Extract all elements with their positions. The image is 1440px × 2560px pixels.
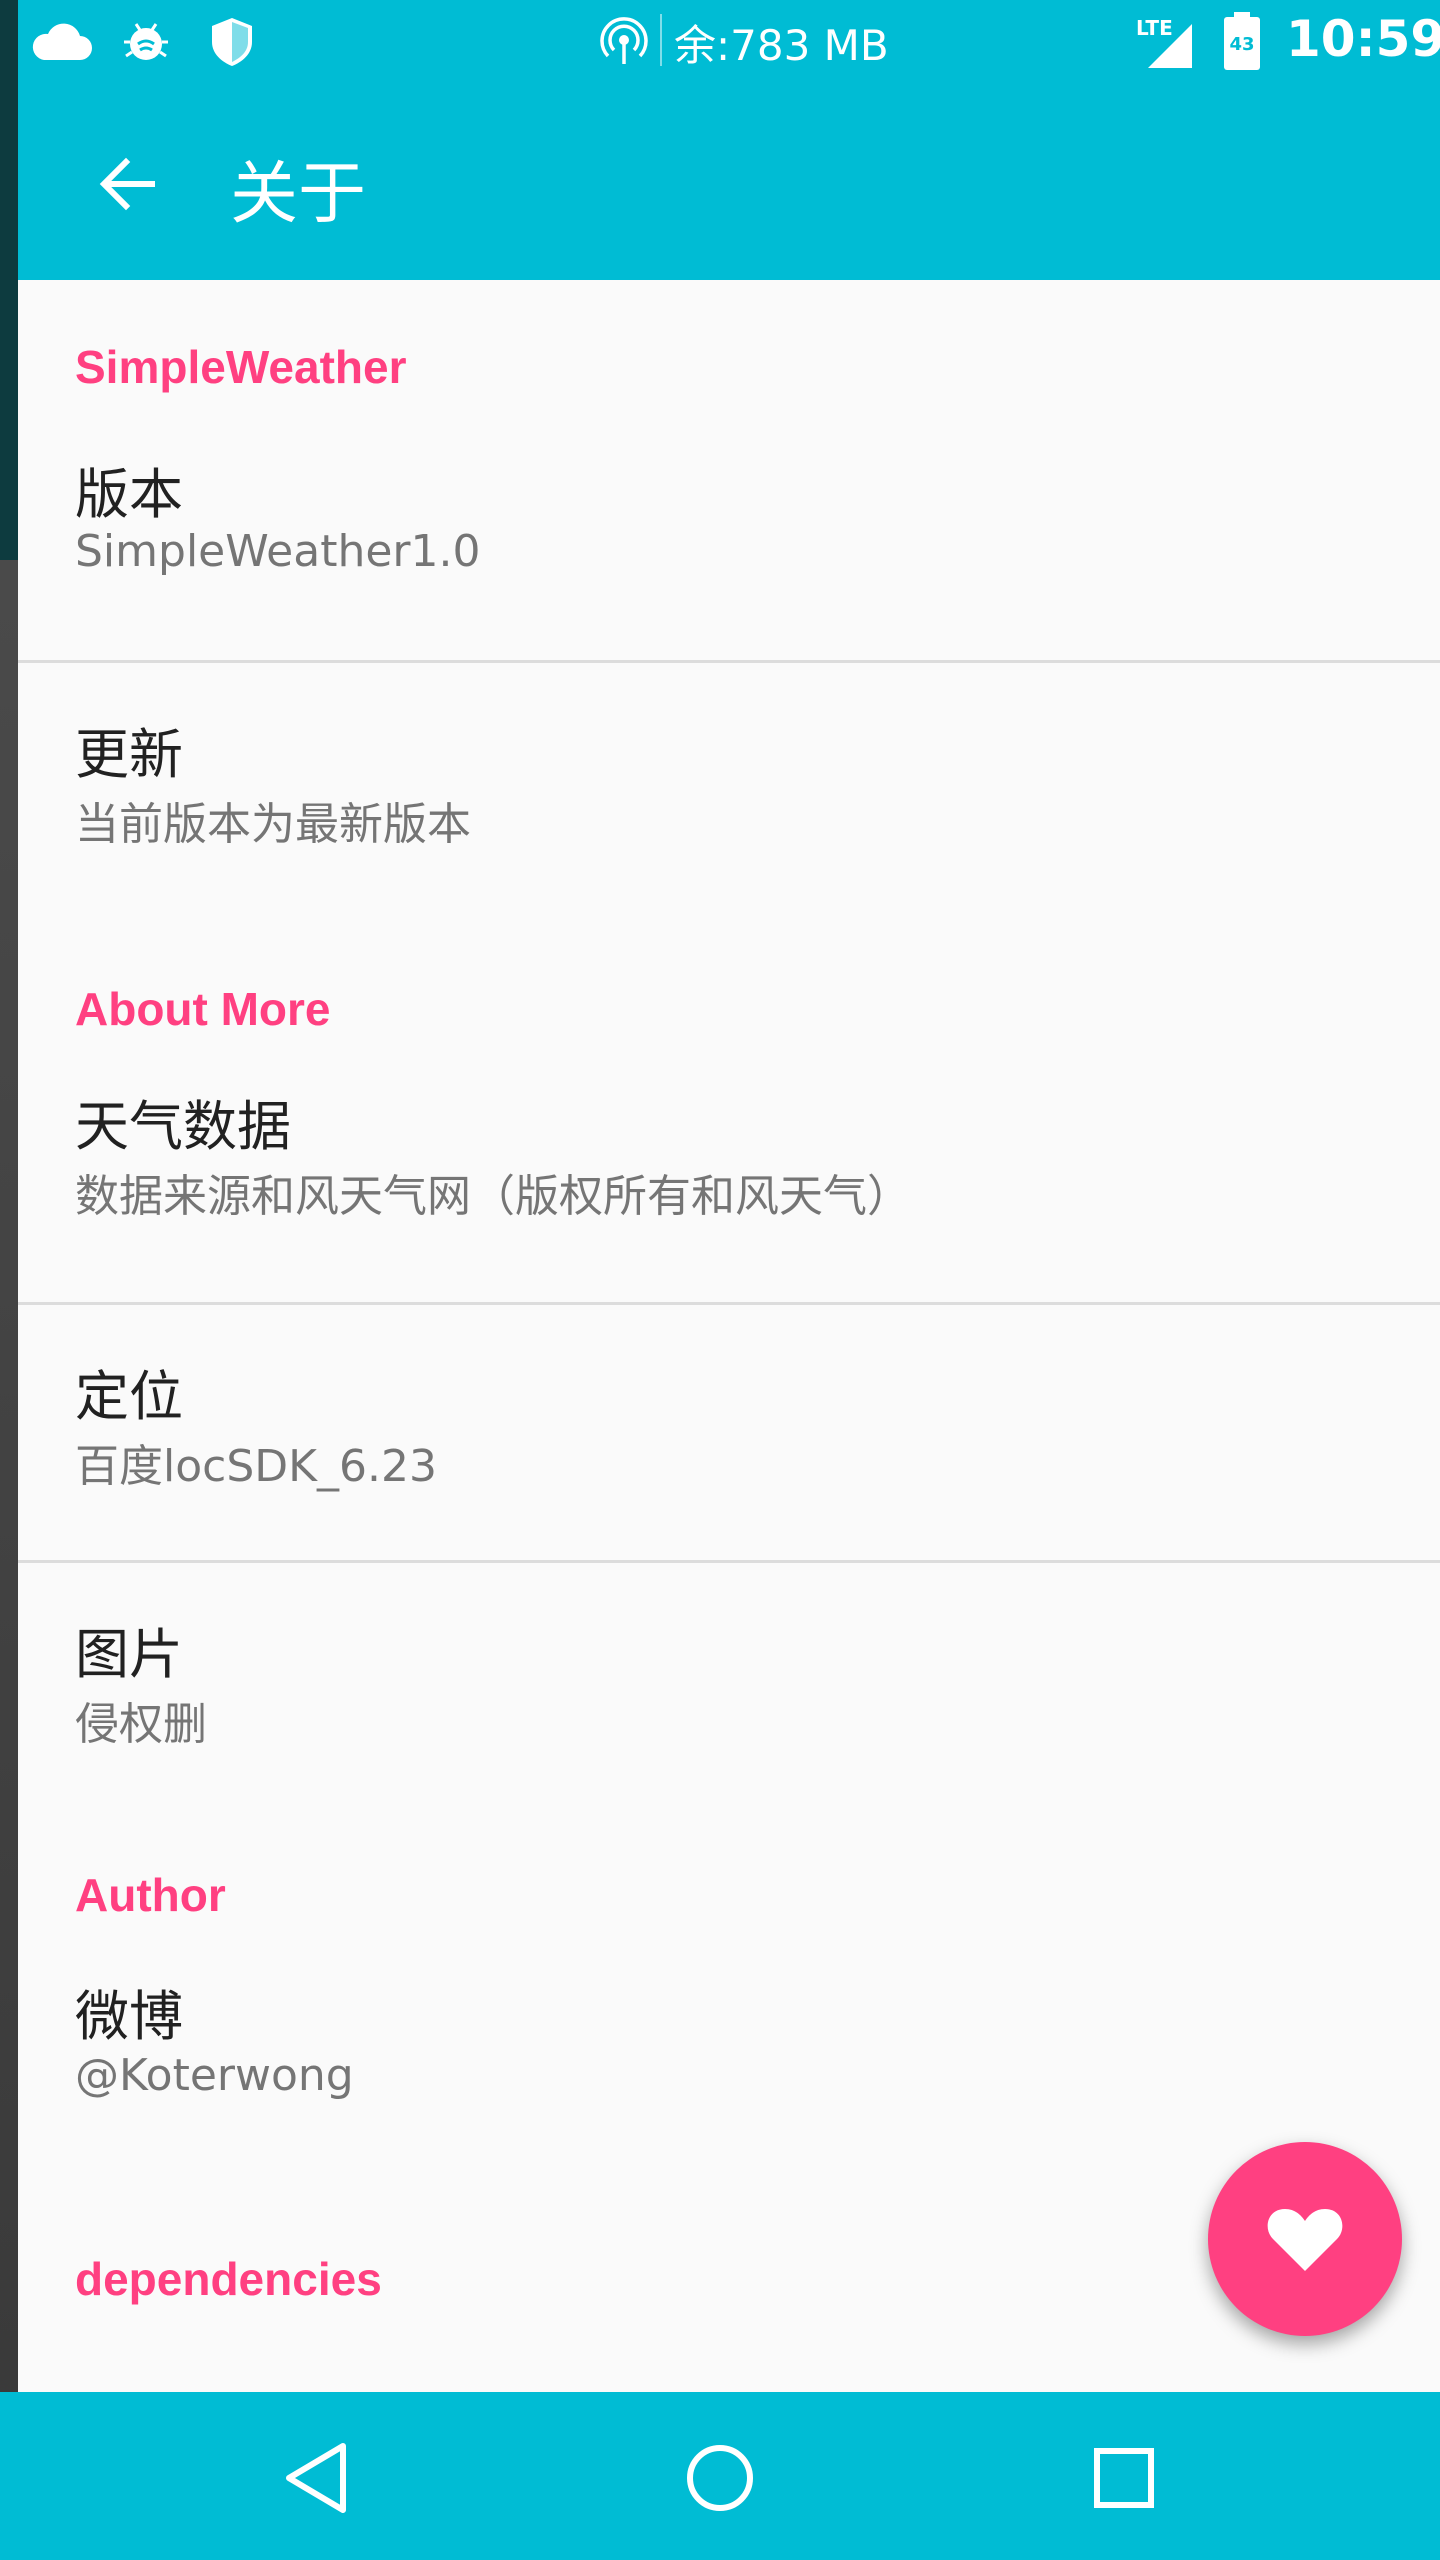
nav-home-icon — [687, 2445, 753, 2511]
pref-images-title: 图片 — [75, 1623, 183, 1686]
pref-weather-data-summary: 数据来源和风天气网（版权所有和风天气） — [75, 1171, 911, 1222]
pref-weather-data[interactable]: 天气数据 数据来源和风天气网（版权所有和风天气） — [18, 1070, 1440, 1290]
pref-weibo[interactable]: 微博 @Koterwong — [18, 1960, 1440, 2170]
pref-images-summary: 侵权删 — [75, 1699, 207, 1750]
nav-recents-icon — [1094, 2448, 1154, 2508]
pref-version-title: 版本 — [75, 463, 183, 526]
pref-version-summary: SimpleWeather1.0 — [75, 526, 481, 577]
pref-update[interactable]: 更新 当前版本为最新版本 — [18, 690, 1440, 890]
nav-back-icon — [286, 2443, 346, 2513]
left-edge-strip — [0, 0, 18, 2392]
page-title: 关于 — [230, 155, 367, 234]
pref-version[interactable]: 版本 SimpleWeather1.0 — [18, 440, 1440, 640]
favorite-fab[interactable] — [1208, 2142, 1402, 2336]
pref-weibo-title: 微博 — [75, 1985, 183, 2048]
pref-location-title: 定位 — [75, 1365, 183, 1428]
back-arrow-icon — [99, 157, 155, 211]
memory-indicator: 余:783 MB — [674, 21, 889, 70]
status-bar: 余:783 MB LTE 43 10:59 — [18, 0, 1440, 82]
category-dependencies: dependencies — [75, 2253, 382, 2305]
divider — [18, 1302, 1440, 1305]
hotspot-icon — [600, 17, 648, 64]
heart-icon — [1267, 2209, 1343, 2271]
back-button[interactable] — [80, 136, 176, 232]
app-bar: 关于 — [18, 82, 1440, 280]
category-author: Author — [75, 1869, 226, 1921]
pref-location[interactable]: 定位 百度locSDK_6.23 — [18, 1330, 1440, 1530]
pref-weather-data-title: 天气数据 — [75, 1095, 291, 1158]
divider — [18, 660, 1440, 663]
pref-weibo-summary: @Koterwong — [75, 2050, 354, 2101]
pref-update-title: 更新 — [75, 723, 183, 786]
nav-back-button[interactable] — [268, 2430, 364, 2526]
pref-location-summary: 百度locSDK_6.23 — [75, 1441, 437, 1492]
bug-icon — [124, 23, 168, 60]
nav-home-button[interactable] — [672, 2430, 768, 2526]
nav-recents-button[interactable] — [1076, 2430, 1172, 2526]
clock: 10:59 — [1286, 10, 1440, 68]
pref-update-summary: 当前版本为最新版本 — [75, 799, 471, 850]
category-simpleweather: SimpleWeather — [75, 341, 407, 393]
signal-icon — [1148, 24, 1192, 68]
battery-icon: 43 — [1224, 12, 1260, 70]
status-divider — [660, 14, 662, 66]
category-about-more: About More — [75, 983, 331, 1035]
battery-level: 43 — [1229, 34, 1255, 55]
divider — [18, 1560, 1440, 1563]
shield-icon — [212, 18, 252, 66]
pref-images[interactable]: 图片 侵权删 — [18, 1590, 1440, 1790]
navigation-bar — [0, 2392, 1440, 2560]
cloud-icon — [32, 23, 92, 60]
